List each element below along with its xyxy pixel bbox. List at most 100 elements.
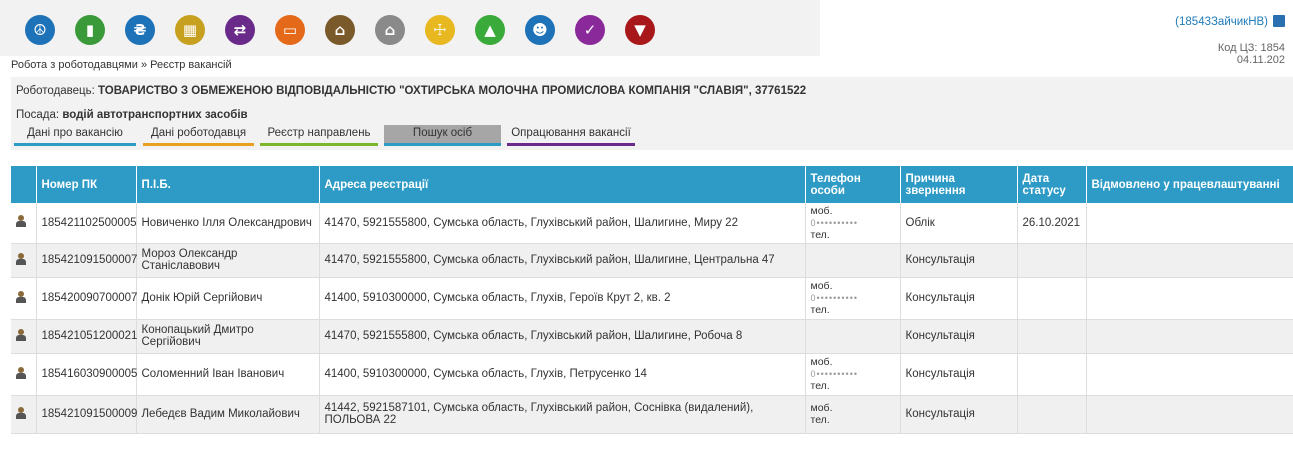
column-header-6[interactable]: Дата статусу	[1017, 166, 1087, 203]
person-icon[interactable]	[16, 406, 26, 419]
breadcrumb-parent[interactable]: Робота з роботодавцями	[11, 59, 138, 71]
name-cell: Соломенний Іван Іванович	[136, 353, 320, 396]
reason-cell: Консультація	[900, 395, 1018, 434]
column-header-7[interactable]: Відмовлено у працевлаштуванні	[1086, 166, 1293, 203]
column-header-2[interactable]: П.І.Б.	[136, 166, 320, 203]
phone-cell	[805, 319, 901, 354]
row-icon-cell[interactable]	[11, 353, 37, 396]
calculator-icon[interactable]: ▦	[175, 15, 205, 45]
refused-cell	[1086, 203, 1293, 244]
breadcrumb: Робота з роботодавцями » Реєстр вакансій	[11, 59, 232, 71]
reason-cell: Консультація	[900, 243, 1018, 278]
table-header-row: Номер ПК П.І.Б. Адреса реєстрації Телефон о…	[11, 166, 1293, 203]
name-cell: Мороз Олександр Станіславович	[136, 243, 320, 278]
tab-1[interactable]: Дані про вакансію	[14, 125, 136, 146]
column-header-4[interactable]: Телефон особи	[805, 166, 901, 203]
id-card-icon[interactable]: ▭	[275, 15, 305, 45]
column-header-1[interactable]: Номер ПК	[36, 166, 137, 203]
filter-icon[interactable]: ▼	[625, 15, 655, 45]
current-date: 04.11.202	[1236, 54, 1285, 66]
phone-mobile-value: 0••••••••••	[810, 293, 859, 303]
reason-cell: Консультація	[900, 277, 1018, 320]
table-row[interactable]: 185421091500007 Мороз Олександр Станіслав…	[11, 243, 1293, 278]
user-icon[interactable]: ☻	[525, 15, 555, 45]
phone-tel-label: тел.	[810, 304, 830, 316]
refused-cell	[1086, 243, 1293, 278]
name-cell: Донік Юрій Сергійович	[136, 277, 320, 320]
user-login[interactable]: (18543ЗайчикНВ)	[1175, 15, 1285, 28]
address-cell: 41470, 5921555800, Сумська область, Глух…	[319, 203, 806, 244]
column-header-5[interactable]: Причина звернення	[900, 166, 1018, 203]
person-icon[interactable]	[16, 366, 26, 379]
tab-2[interactable]: Дані роботодавця	[143, 125, 254, 146]
person-icon[interactable]	[16, 215, 26, 228]
table-row[interactable]: 185421102500005 Новиченко Ілля Олександро…	[11, 203, 1293, 244]
tab-3[interactable]: Реєстр направлень	[260, 125, 378, 146]
pk-cell: 185420090700007	[36, 277, 137, 320]
row-icon-cell[interactable]	[11, 243, 37, 278]
house-upgrade-icon[interactable]: ⌂	[325, 15, 355, 45]
logout-icon[interactable]	[1273, 15, 1285, 27]
person-icon[interactable]	[16, 328, 26, 341]
status-date-cell	[1017, 243, 1087, 278]
employment-service-icon[interactable]: ☮	[25, 15, 55, 45]
employer-line: Роботодавець: ТОВАРИСТВО З ОБМЕЖЕНОЮ ВІД…	[16, 85, 806, 97]
row-icon-cell[interactable]	[11, 277, 37, 320]
exchange-icon[interactable]: ⇄	[225, 15, 255, 45]
name-cell: Новиченко Ілля Олександрович	[136, 203, 320, 244]
refused-cell	[1086, 395, 1293, 434]
table-row[interactable]: 185421051200021 Конопацький Дмитро Сергій…	[11, 319, 1293, 354]
phone-mobile-label: моб.	[810, 402, 833, 414]
home-icon[interactable]: ⌂	[375, 15, 405, 45]
row-icon-cell[interactable]	[11, 319, 37, 354]
center-code-label: Код ЦЗ: 1854	[1217, 42, 1285, 54]
graduation-cap-icon[interactable]: ▲	[475, 15, 505, 45]
center-code: Код ЦЗ: 1854 04.11.202	[1218, 42, 1285, 66]
edit-checklist-icon[interactable]: ✓	[575, 15, 605, 45]
address-cell: 41442, 5921587101, Сумська область, Глух…	[319, 395, 806, 434]
status-date-cell	[1017, 353, 1087, 396]
person-icon[interactable]	[16, 252, 26, 265]
phone-mobile-value: 0••••••••••	[810, 369, 859, 379]
table-row[interactable]: 185416030900005 Соломенний Іван Іванович 4…	[11, 353, 1293, 396]
table-row[interactable]: 185420090700007 Донік Юрій Сергійович 4140…	[11, 277, 1293, 320]
status-date-cell	[1017, 395, 1087, 434]
phone-cell: моб. 0•••••••••• тел.	[805, 203, 901, 244]
currency-icon[interactable]: ₴	[125, 15, 155, 45]
vacancy-info: Роботодавець: ТОВАРИСТВО З ОБМЕЖЕНОЮ ВІД…	[11, 77, 1293, 150]
person-icon[interactable]	[16, 290, 26, 303]
refused-cell	[1086, 353, 1293, 396]
reason-cell: Консультація	[900, 319, 1018, 354]
pk-cell: 185421091500007	[36, 243, 137, 278]
tab-5[interactable]: Опрацювання вакансії	[507, 125, 635, 146]
phone-mobile-value: 0••••••••••	[810, 217, 859, 228]
address-cell: 41470, 5921555800, Сумська область, Глух…	[319, 319, 806, 354]
phone-tel-label: тел.	[810, 228, 830, 241]
row-icon-cell[interactable]	[11, 203, 37, 244]
name-cell: Конопацький Дмитро Сергійович	[136, 319, 320, 354]
book-icon[interactable]: ▮	[75, 15, 105, 45]
pk-cell: 185421091500009	[36, 395, 137, 434]
position-line: Посада: водій автотранспортних засобів	[16, 109, 248, 121]
signpost-icon[interactable]: ☩	[425, 15, 455, 45]
table-row[interactable]: 185421091500009 Лебедєв Вадим Миколайович…	[11, 395, 1293, 434]
phone-mobile-label: моб.	[810, 356, 833, 368]
column-header-0	[11, 166, 37, 203]
address-cell: 41400, 5910300000, Сумська область, Глух…	[319, 353, 806, 396]
status-date-cell	[1017, 319, 1087, 354]
toolbar: ☮ ▮ ₴ ▦ ⇄ ▭ ⌂ ⌂ ☩ ▲ ☻ ✓ ▼	[0, 0, 820, 56]
column-header-3[interactable]: Адреса реєстрації	[319, 166, 806, 203]
phone-cell: моб. тел.	[805, 395, 901, 434]
tab-4[interactable]: Пошук осіб	[384, 125, 501, 146]
breadcrumb-current: Реєстр вакансій	[150, 59, 232, 71]
row-icon-cell[interactable]	[11, 395, 37, 434]
name-cell: Лебедєв Вадим Миколайович	[136, 395, 320, 434]
user-login-label[interactable]: (18543ЗайчикНВ)	[1175, 16, 1268, 28]
employer-name: ТОВАРИСТВО З ОБМЕЖЕНОЮ ВІДПОВІДАЛЬНІСТЮ …	[98, 85, 807, 97]
phone-mobile-label: моб.	[810, 204, 833, 217]
employer-label: Роботодавець:	[16, 85, 95, 97]
pk-cell: 185421102500005	[36, 203, 137, 244]
breadcrumb-separator: »	[137, 59, 151, 71]
position-value: водій автотранспортних засобів	[62, 109, 248, 121]
pk-cell: 185421051200021	[36, 319, 137, 354]
